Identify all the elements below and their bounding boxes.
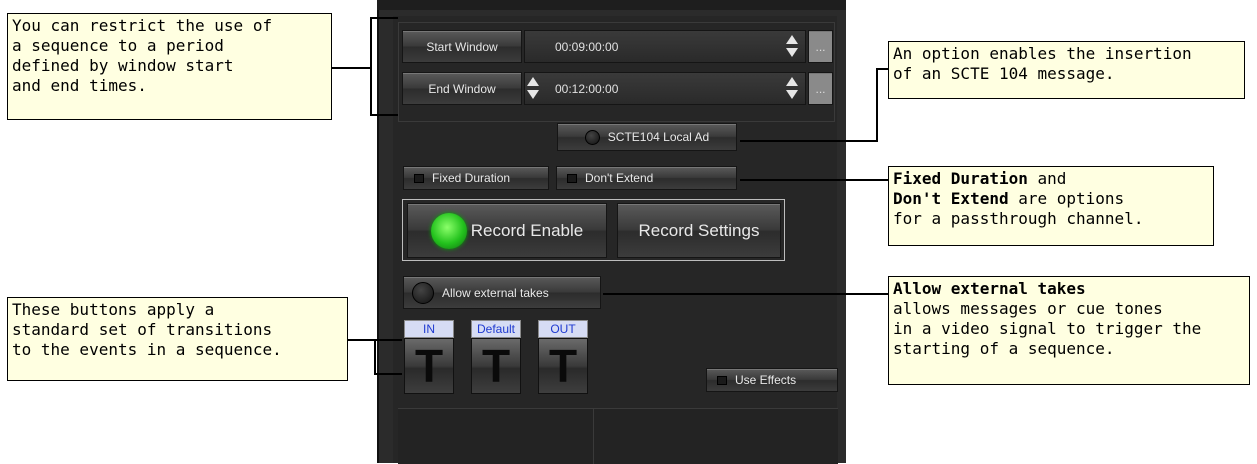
allow-external-takes-button[interactable]: Allow external takes [403,276,601,309]
end-window-time-field[interactable]: 00:12:00:00 [524,72,806,105]
record-settings-button[interactable]: Record Settings [617,203,781,258]
end-window-spinner-right[interactable] [786,74,798,104]
callout-transitions: These buttons apply a standard set of tr… [7,297,348,381]
end-window-more-button[interactable]: ... [808,72,833,105]
fixed-duration-led-icon [414,173,424,183]
dont-extend-label: Don't Extend [585,171,654,185]
leader-line [332,67,372,69]
dont-extend-toggle[interactable]: Don't Extend [556,166,737,190]
leader-line [876,68,878,142]
scte-label: SCTE104 Local Ad [607,130,710,144]
leader-line [374,339,402,341]
spin-up-icon [786,35,798,44]
callout-fixed-extend: Fixed Duration and Don't Extend are opti… [888,166,1214,246]
leader-line [740,140,877,142]
fixed-duration-toggle[interactable]: Fixed Duration [403,166,549,190]
callout-line: and end times. [12,76,147,95]
start-window-button[interactable]: Start Window [402,30,522,63]
callout-line: of an SCTE 104 message. [893,64,1115,83]
spin-up-icon [786,77,798,86]
callout-line: These buttons apply a [12,300,215,319]
use-effects-toggle[interactable]: Use Effects [706,368,838,392]
callout-line: in a video signal to trigger the [893,319,1202,338]
leader-line [740,179,888,181]
callout-bold: Fixed Duration [893,169,1028,188]
spin-down-icon [786,48,798,57]
callout-line: An option enables the insertion [893,44,1192,63]
use-effects-label: Use Effects [735,373,797,387]
callout-bold: Allow external takes [893,279,1086,298]
callout-bold: Don't Extend [893,189,1009,208]
leader-line [374,373,402,375]
bottom-list-area [398,408,838,464]
fixed-duration-label: Fixed Duration [432,171,511,185]
leader-line [876,68,888,70]
callout-text: and [1027,169,1067,188]
record-led-icon [430,212,467,249]
list-divider [593,409,594,464]
transition-default-label: Default [471,320,521,338]
dont-extend-led-icon [567,173,577,183]
start-window-time-field[interactable]: 00:09:00:00 [524,30,806,63]
callout-line: starting of a sequence. [893,339,1115,358]
end-window-time-value: 00:12:00:00 [555,81,619,96]
transition-t-icon: T [404,338,454,394]
transition-default-button[interactable]: Default T [471,320,521,394]
spin-down-icon [786,90,798,99]
start-window-more-button[interactable]: ... [808,30,833,63]
leader-line [603,293,888,295]
record-enable-button[interactable]: Record Enable [407,203,607,258]
callout-line: to the events in a sequence. [12,340,282,359]
callout-text: are options [1008,189,1125,208]
scte104-local-ad-button[interactable]: SCTE104 Local Ad [557,123,737,151]
spin-up-icon [527,77,539,86]
callout-line: for a passthrough channel. [893,209,1144,228]
leader-line [348,339,374,341]
scte-led-icon [584,129,600,145]
leader-line [370,114,398,116]
callout-line: a sequence to a period [12,36,224,55]
leader-line [370,17,372,115]
transition-t-icon: T [471,338,521,394]
transition-in-label: IN [404,320,454,338]
use-effects-led-icon [717,375,727,385]
record-enable-label: Record Enable [470,220,584,240]
start-window-time-value: 00:09:00:00 [555,39,619,54]
callout-external-takes: Allow external takes allows messages or … [888,276,1250,385]
end-window-spinner-left[interactable] [527,74,539,104]
callout-line: You can restrict the use of [12,16,273,35]
leader-line [370,17,398,19]
transition-out-button[interactable]: OUT T [538,320,588,394]
transition-in-button[interactable]: IN T [404,320,454,394]
end-window-button[interactable]: End Window [402,72,522,105]
spin-down-icon [527,90,539,99]
external-takes-led-icon [412,281,434,304]
allow-external-label: Allow external takes [442,285,549,300]
callout-scte: An option enables the insertion of an SC… [888,41,1245,99]
leader-line [374,339,376,375]
panel-top-bar [377,0,846,10]
transition-out-label: OUT [538,320,588,338]
callout-line: defined by window start [12,56,234,75]
transition-t-icon: T [538,338,588,394]
callout-line: standard set of transitions [12,320,273,339]
start-window-spinner-right[interactable] [786,32,798,62]
callout-line: allows messages or cue tones [893,299,1163,318]
callout-window-times: You can restrict the use of a sequence t… [7,13,332,120]
